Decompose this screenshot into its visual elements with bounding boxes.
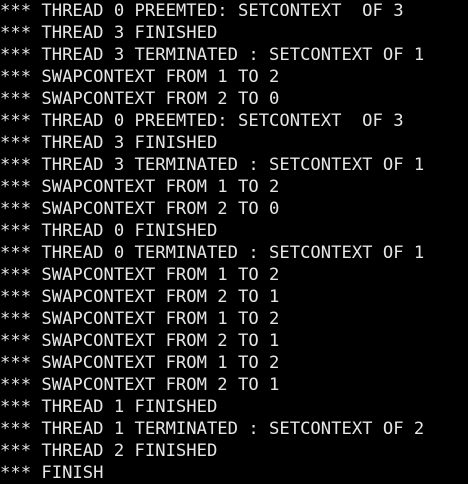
terminal-line: *** SWAPCONTEXT FROM 2 TO 0 bbox=[0, 199, 280, 219]
terminal-line: *** THREAD 3 TERMINATED : SETCONTEXT OF … bbox=[0, 45, 425, 65]
terminal-line: *** THREAD 3 FINISHED bbox=[0, 23, 218, 43]
terminal-line: *** THREAD 1 FINISHED bbox=[0, 397, 218, 417]
terminal-line: *** SWAPCONTEXT FROM 1 TO 2 bbox=[0, 67, 280, 87]
terminal-line: *** THREAD 3 FINISHED bbox=[0, 133, 218, 153]
terminal-line: *** THREAD 1 TERMINATED : SETCONTEXT OF … bbox=[0, 419, 425, 439]
terminal-line: *** SWAPCONTEXT FROM 2 TO 1 bbox=[0, 331, 280, 351]
terminal-output[interactable]: *** THREAD 0 PREEMTED: SETCONTEXT OF 3 *… bbox=[0, 0, 468, 484]
terminal-line: *** THREAD 0 PREEMTED: SETCONTEXT OF 3 bbox=[0, 111, 404, 131]
terminal-line: *** THREAD 0 FINISHED bbox=[0, 221, 218, 241]
terminal-line: *** SWAPCONTEXT FROM 2 TO 1 bbox=[0, 375, 280, 395]
terminal-line: *** FINISH bbox=[0, 463, 104, 483]
terminal-line: *** SWAPCONTEXT FROM 1 TO 2 bbox=[0, 265, 280, 285]
terminal-line: *** SWAPCONTEXT FROM 1 TO 2 bbox=[0, 353, 280, 373]
terminal-line: *** SWAPCONTEXT FROM 1 TO 2 bbox=[0, 177, 280, 197]
terminal-line: *** THREAD 0 PREEMTED: SETCONTEXT OF 3 bbox=[0, 1, 404, 21]
terminal-line: *** SWAPCONTEXT FROM 2 TO 0 bbox=[0, 89, 280, 109]
terminal-line: *** SWAPCONTEXT FROM 1 TO 2 bbox=[0, 309, 280, 329]
terminal-line: *** THREAD 0 TERMINATED : SETCONTEXT OF … bbox=[0, 243, 425, 263]
terminal-line: *** THREAD 2 FINISHED bbox=[0, 441, 218, 461]
terminal-line: *** THREAD 3 TERMINATED : SETCONTEXT OF … bbox=[0, 155, 425, 175]
terminal-line: *** SWAPCONTEXT FROM 2 TO 1 bbox=[0, 287, 280, 307]
